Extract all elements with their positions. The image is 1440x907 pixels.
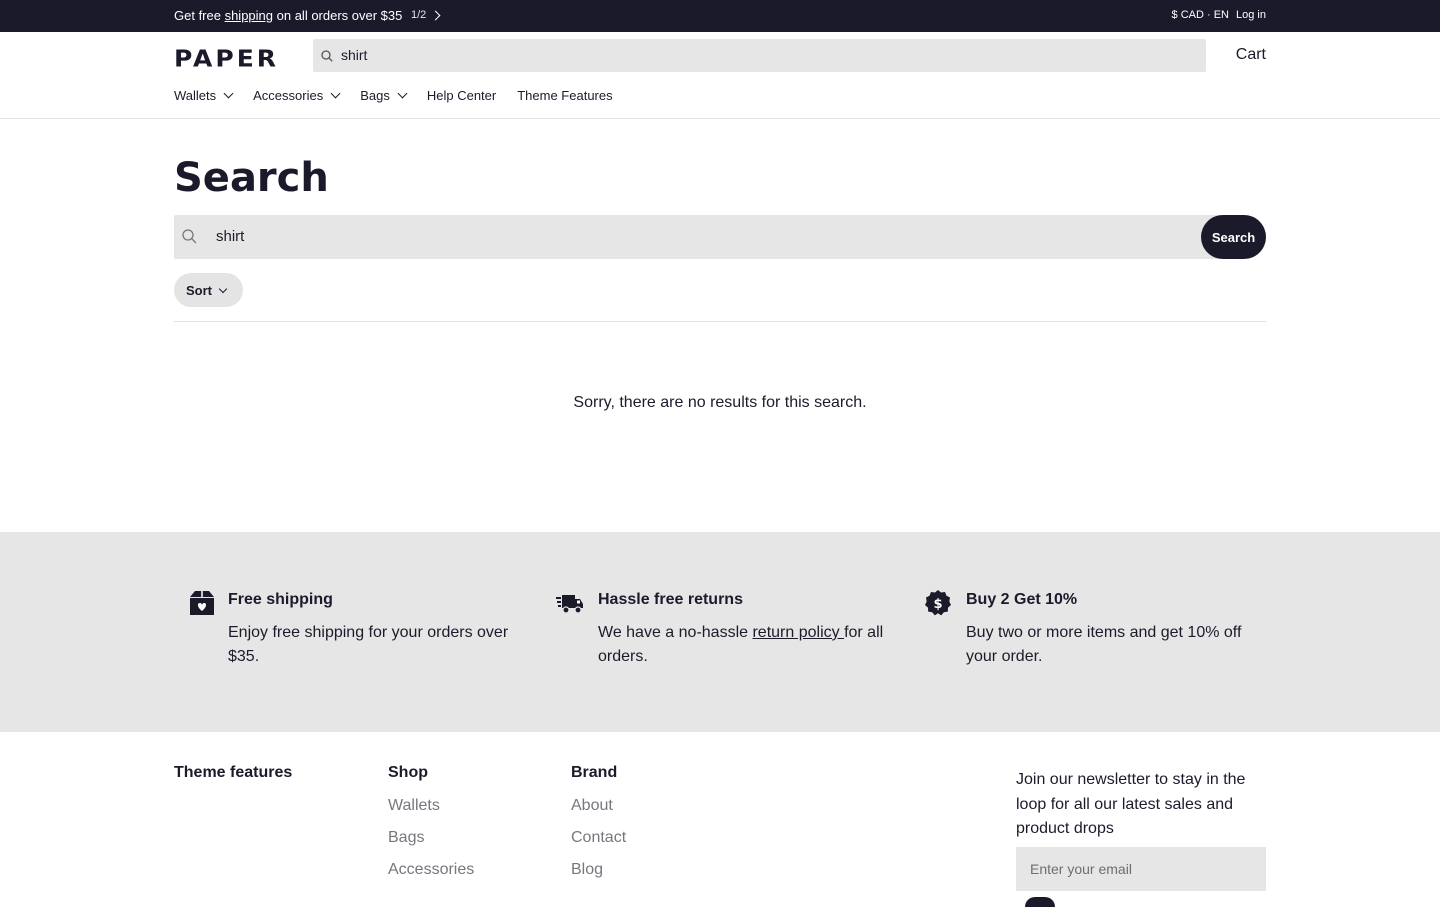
site-header: PAPER shirt Cart Wallets Accessories Bag… xyxy=(0,32,1440,119)
search-button[interactable]: Search xyxy=(1201,215,1266,259)
chevron-down-icon[interactable] xyxy=(218,284,228,293)
feature-title: Free shipping xyxy=(228,591,333,608)
footer-link-bags[interactable]: Bags xyxy=(388,829,474,846)
announcement-prefix: Get free xyxy=(174,8,225,23)
nav-label[interactable]: Help Center xyxy=(427,88,496,103)
announcement-bar: Get free shipping on all orders over $35… xyxy=(0,0,1440,32)
shipping-link[interactable]: shipping xyxy=(225,8,273,23)
nav-item-accessories[interactable]: Accessories xyxy=(253,88,341,103)
footer-link-about[interactable]: About xyxy=(571,797,626,814)
footer-col-brand: Brand About Contact Blog xyxy=(571,764,626,878)
login-link[interactable]: Log in xyxy=(1236,9,1266,21)
search-input[interactable]: shirt xyxy=(216,228,244,245)
feature-description: Enjoy free shipping for your orders over… xyxy=(228,624,509,665)
pager-count: 1/2 xyxy=(411,9,427,21)
chevron-down-icon[interactable] xyxy=(223,88,234,99)
feature-title: Hassle free returns xyxy=(598,591,743,608)
chevron-down-icon[interactable] xyxy=(330,88,341,99)
footer-col-shop: Shop Wallets Bags Accessories xyxy=(388,764,474,878)
newsletter-text: Join our newsletter to stay in the loop … xyxy=(1016,771,1246,837)
box-heart-icon xyxy=(190,591,214,615)
footer-heading: Shop xyxy=(388,764,428,781)
no-results-message: Sorry, there are no results for this sea… xyxy=(573,394,867,411)
search-form: shirt Search xyxy=(174,215,1266,259)
page-title: Search xyxy=(174,155,329,201)
newsletter-submit-button[interactable] xyxy=(1025,897,1055,907)
newsletter-email-field[interactable] xyxy=(1016,847,1266,891)
footer-col-theme-features: Theme features xyxy=(174,764,292,782)
announcement-pager[interactable]: 1/2 xyxy=(411,9,441,21)
footer-link-contact[interactable]: Contact xyxy=(571,829,626,846)
dollar-badge-icon: $ xyxy=(925,590,951,616)
nav-item-theme-features[interactable]: Theme Features xyxy=(517,88,612,103)
header-search-value[interactable]: shirt xyxy=(341,47,367,63)
nav-item-bags[interactable]: Bags xyxy=(360,88,408,103)
site-footer: Theme features Shop Wallets Bags Accesso… xyxy=(0,732,1440,907)
feature-description: Buy two or more items and get 10% off yo… xyxy=(966,624,1242,665)
nav-label[interactable]: Wallets xyxy=(174,88,216,103)
svg-text:$: $ xyxy=(933,597,942,612)
features-band: Free shipping Enjoy free shipping for yo… xyxy=(0,532,1440,732)
cart-link[interactable]: Cart xyxy=(1236,46,1266,64)
chevron-down-icon[interactable] xyxy=(397,88,408,99)
nav-label[interactable]: Bags xyxy=(360,88,390,103)
nav-label[interactable]: Theme Features xyxy=(517,88,612,103)
feature-title: Buy 2 Get 10% xyxy=(966,591,1078,608)
nav-item-help-center[interactable]: Help Center xyxy=(427,88,496,103)
announcement-message: Get free shipping on all orders over $35 xyxy=(174,8,402,23)
top-utility-links: $ CAD · EN Log in xyxy=(1172,9,1266,21)
header-search-input[interactable]: shirt xyxy=(313,39,1206,72)
nav-item-wallets[interactable]: Wallets xyxy=(174,88,234,103)
footer-link-accessories[interactable]: Accessories xyxy=(388,861,474,878)
search-icon xyxy=(321,50,333,62)
divider xyxy=(174,321,1266,322)
announcement-suffix: on all orders over $35 xyxy=(273,8,403,23)
footer-heading: Brand xyxy=(571,764,618,781)
sort-label[interactable]: Sort xyxy=(186,283,212,298)
return-policy-link[interactable]: return policy xyxy=(752,624,844,641)
chevron-right-icon[interactable] xyxy=(430,10,441,20)
nav-label[interactable]: Accessories xyxy=(253,88,323,103)
returns-text-pre: We have a no-hassle xyxy=(598,624,753,641)
footer-heading[interactable]: Theme features xyxy=(174,764,292,782)
main-nav: Wallets Accessories Bags Help Center The… xyxy=(174,88,634,103)
footer-link-blog[interactable]: Blog xyxy=(571,861,626,878)
footer-link-wallets[interactable]: Wallets xyxy=(388,797,474,814)
feature-description: We have a no-hassle return policy for al… xyxy=(598,621,888,669)
search-icon xyxy=(182,229,197,244)
currency-selector[interactable]: $ CAD · EN xyxy=(1172,9,1229,21)
site-logo[interactable]: PAPER xyxy=(174,45,279,72)
delivery-truck-icon xyxy=(556,595,583,614)
sort-dropdown[interactable]: Sort xyxy=(174,273,243,307)
